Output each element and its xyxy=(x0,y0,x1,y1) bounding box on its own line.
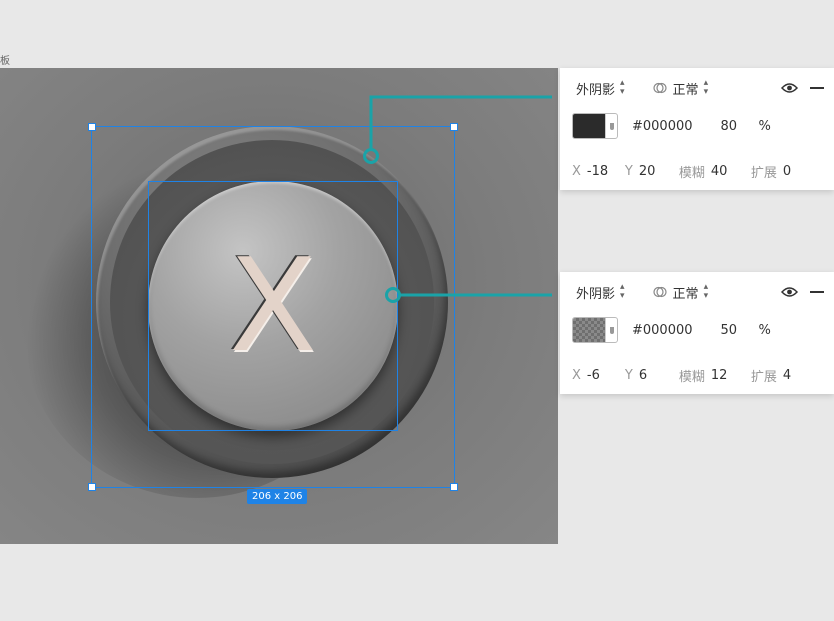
dropdown-icon[interactable] xyxy=(605,114,617,138)
shadow-type-label: 外阴影 xyxy=(576,82,616,98)
minus-icon[interactable] xyxy=(810,87,824,89)
color-hex-value[interactable]: #000000 xyxy=(632,119,693,134)
opacity-unit: % xyxy=(758,322,771,338)
blur-value[interactable]: 40 xyxy=(711,164,751,179)
eye-icon[interactable] xyxy=(781,82,798,94)
y-label: Y xyxy=(624,368,633,383)
minus-icon[interactable] xyxy=(810,291,824,293)
x-value[interactable]: -6 xyxy=(587,368,625,383)
blend-mode-select[interactable]: 正常 ▴ ▾ xyxy=(652,282,709,302)
blend-mode-select[interactable]: 正常 ▴ ▾ xyxy=(652,78,709,98)
blur-label: 模糊 xyxy=(678,370,705,385)
blur-value[interactable]: 12 xyxy=(711,368,751,383)
resize-handle-top-left[interactable] xyxy=(88,123,96,131)
spread-label: 扩展 xyxy=(750,166,777,181)
shadow-type-select[interactable]: 外阴影 ▴ ▾ xyxy=(576,79,625,98)
opacity-value[interactable]: 80 xyxy=(721,119,745,134)
blend-mode-icon xyxy=(652,82,667,94)
x-label: X xyxy=(572,368,581,383)
eye-icon[interactable] xyxy=(781,286,798,298)
resize-handle-bottom-right[interactable] xyxy=(450,483,458,491)
design-canvas[interactable]: X 206 x 206 xyxy=(0,68,558,544)
updown-icon: ▴ ▾ xyxy=(620,78,625,97)
dimension-badge: 206 x 206 xyxy=(247,489,308,504)
resize-handle-bottom-left[interactable] xyxy=(88,483,96,491)
updown-icon: ▴ ▾ xyxy=(620,282,625,301)
color-swatch[interactable] xyxy=(572,317,618,343)
shadow-type-label: 外阴影 xyxy=(576,286,616,302)
shadow-type-select[interactable]: 外阴影 ▴ ▾ xyxy=(576,283,625,302)
color-hex-value[interactable]: #000000 xyxy=(632,323,693,338)
y-value[interactable]: 20 xyxy=(639,164,679,179)
blend-mode-label: 正常 xyxy=(672,286,699,302)
y-value[interactable]: 6 xyxy=(639,368,679,383)
updown-icon: ▴ ▾ xyxy=(703,282,709,301)
spread-value[interactable]: 0 xyxy=(783,164,791,179)
swatch-fill xyxy=(573,114,605,138)
shadow-panel-1: 外阴影 ▴ ▾ 正常 ▴ ▾ #000000 80 % X -18 Y 20 模… xyxy=(560,68,834,190)
dropdown-icon[interactable] xyxy=(605,318,617,342)
opacity-value[interactable]: 50 xyxy=(721,323,745,338)
x-value[interactable]: -18 xyxy=(587,164,625,179)
blend-mode-icon xyxy=(652,286,667,298)
blend-mode-label: 正常 xyxy=(672,82,699,98)
resize-handle-top-right[interactable] xyxy=(450,123,458,131)
shadow-panel-2: 外阴影 ▴ ▾ 正常 ▴ ▾ #000000 50 % X -6 Y 6 模糊 … xyxy=(560,272,834,394)
swatch-fill xyxy=(573,318,605,342)
updown-icon: ▴ ▾ xyxy=(703,78,709,97)
blur-label: 模糊 xyxy=(678,166,705,181)
y-label: Y xyxy=(624,164,633,179)
selection-inner[interactable] xyxy=(148,181,398,431)
color-swatch[interactable] xyxy=(572,113,618,139)
x-label: X xyxy=(572,164,581,179)
opacity-unit: % xyxy=(758,118,771,134)
spread-value[interactable]: 4 xyxy=(783,368,791,383)
spread-label: 扩展 xyxy=(750,370,777,385)
artboard-label: 板 xyxy=(0,56,10,67)
